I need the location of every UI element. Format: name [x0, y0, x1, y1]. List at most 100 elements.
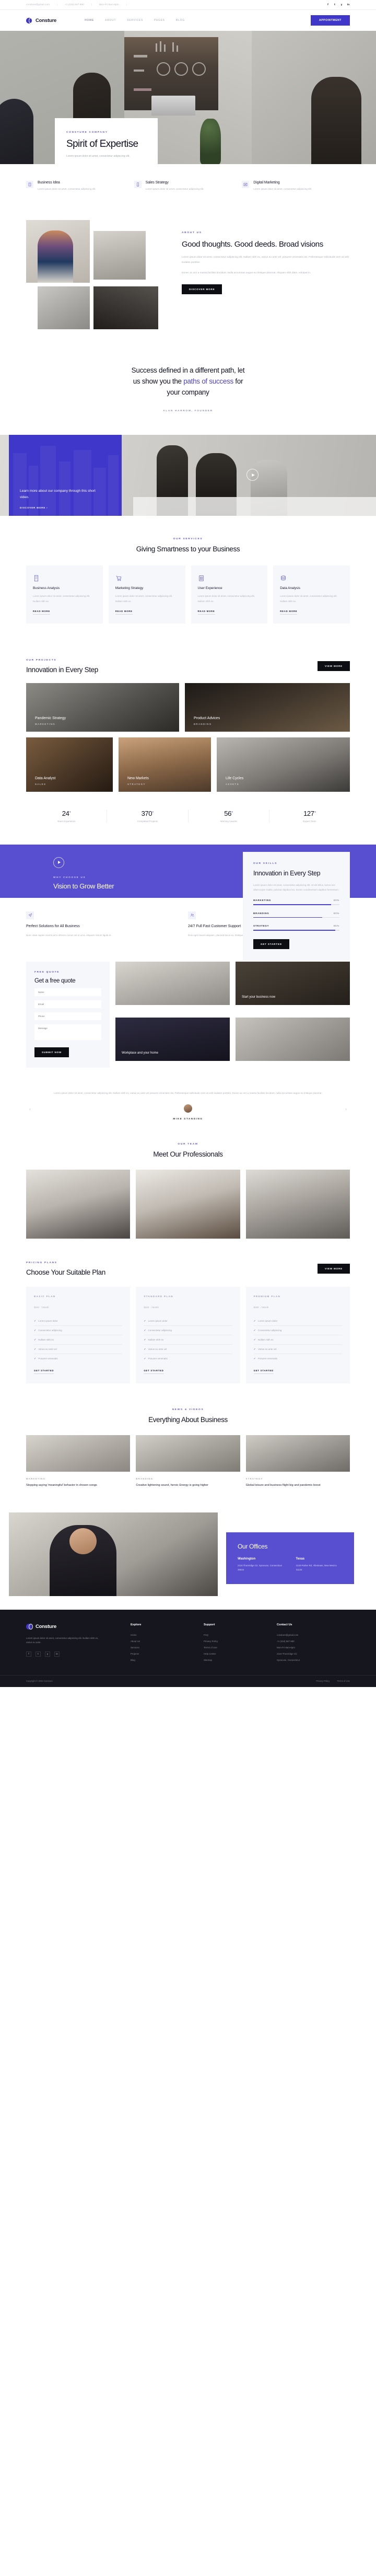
service-read-more-link[interactable]: READ MORE: [280, 610, 298, 615]
skills-get-started-button[interactable]: GET STARTED: [253, 939, 289, 950]
nav-item-about[interactable]: ABOUT: [105, 19, 116, 22]
project-card[interactable]: New Markets STRATEGY: [119, 737, 211, 792]
facebook-icon[interactable]: f: [26, 1651, 31, 1657]
appointment-button[interactable]: APPOINTMENT: [311, 15, 350, 26]
team-member-photo[interactable]: [136, 1170, 240, 1239]
footer-link[interactable]: About Us: [131, 1638, 204, 1645]
team-member-photo[interactable]: [245, 1170, 350, 1239]
blog-eyebrow: NEWS & VIDEOS: [172, 1408, 204, 1412]
blog-section: NEWS & VIDEOS Everything About Business …: [0, 1383, 376, 1488]
project-card[interactable]: Product Advices BRANDING: [185, 683, 350, 732]
service-read-more-link[interactable]: READ MORE: [33, 610, 51, 615]
service-card[interactable]: Business Analysis Lorem ipsum dolor sit …: [26, 565, 103, 623]
logo-icon: [26, 1623, 33, 1631]
youtube-icon[interactable]: y: [340, 3, 343, 6]
nav-item-services[interactable]: SERVICES: [127, 19, 143, 22]
terms-of-use-link[interactable]: Terms of Use: [337, 1680, 350, 1682]
about-paragraph-1: Lorem ipsum dolor sit amet, consectetur …: [182, 256, 349, 264]
linkedin-icon[interactable]: in: [54, 1651, 60, 1657]
footer-link[interactable]: FAQ: [204, 1632, 277, 1638]
quote-form-eyebrow: FREE QUOTE: [34, 971, 60, 974]
footer-link[interactable]: Home: [131, 1632, 204, 1638]
offices-section: Our Offices Washington 2118 Thornridge C…: [0, 1512, 376, 1596]
plan-feature: ✓ Nullam nibh ex: [253, 1335, 342, 1345]
twitter-icon[interactable]: t: [36, 1651, 41, 1657]
team-eyebrow: OUR TEAM: [178, 1143, 198, 1146]
footer-link[interactable]: Privacy Policy: [204, 1638, 277, 1645]
footer-link[interactable]: consture@gmail.com: [277, 1632, 350, 1638]
blog-post-card[interactable]: MARKETING Stopping saying 'meaningful' b…: [26, 1435, 131, 1488]
facebook-icon[interactable]: f: [326, 3, 330, 6]
projects-view-more-button[interactable]: VIEW MORE: [318, 661, 350, 671]
twitter-icon[interactable]: t: [333, 3, 336, 6]
testimonial-prev-arrow[interactable]: ‹: [29, 1106, 31, 1112]
stat-number: 56: [224, 809, 231, 817]
topbar-phone[interactable]: +1 (234) 567 890: [65, 3, 92, 6]
footer-link[interactable]: Help Center: [204, 1651, 277, 1657]
plan-period: / Month: [41, 1306, 49, 1309]
plan-get-started-link[interactable]: GET STARTED: [253, 1369, 274, 1374]
nav-item-home[interactable]: HOME: [85, 19, 94, 22]
submit-quote-button[interactable]: SUBMIT NOW: [34, 1047, 69, 1058]
check-icon: ✓: [34, 1329, 37, 1332]
logo-icon: [26, 17, 33, 24]
feature-card: Digital Marketing Lorem ipsum dolor sit …: [242, 181, 350, 192]
name-input[interactable]: [34, 988, 101, 997]
testimonial-next-arrow[interactable]: ›: [345, 1106, 347, 1112]
play-icon[interactable]: [53, 857, 64, 868]
quote-tile[interactable]: [115, 962, 230, 1006]
service-read-more-link[interactable]: READ MORE: [197, 610, 215, 615]
message-input[interactable]: [34, 1024, 101, 1041]
phone-input[interactable]: [34, 1012, 101, 1021]
footer-link[interactable]: Sitemap: [204, 1657, 277, 1664]
team-member-photo[interactable]: [26, 1170, 131, 1239]
plan-get-started-link[interactable]: GET STARTED: [34, 1369, 54, 1374]
nav-menu: HOME ABOUT SERVICES PAGES BLOG: [85, 19, 185, 22]
check-icon: ✓: [144, 1357, 146, 1360]
footer-link[interactable]: +1 (234) 567 890: [277, 1638, 350, 1645]
footer-link[interactable]: Projects: [131, 1651, 204, 1657]
quote-highlight: paths of success: [183, 377, 233, 385]
quote-tile[interactable]: [236, 1018, 350, 1061]
email-input[interactable]: [34, 1000, 101, 1009]
footer-link[interactable]: Services: [131, 1645, 204, 1651]
footer-link[interactable]: Terms of Use: [204, 1645, 277, 1651]
quote-tile[interactable]: Workplace and your home: [115, 1018, 230, 1061]
pricing-plan-card: BASIC PLAN $240 / Month ✓ Lorem ipsum dol…: [26, 1287, 131, 1384]
privacy-policy-link[interactable]: Privacy Policy: [316, 1680, 330, 1682]
service-card[interactable]: User Experience Lorem ipsum dolor sit am…: [191, 565, 268, 623]
youtube-icon[interactable]: y: [45, 1651, 50, 1657]
skill-bar: [253, 930, 339, 931]
brand-logo[interactable]: Consture: [26, 17, 56, 24]
quote-line-3: your company: [167, 388, 209, 396]
nav-item-blog[interactable]: BLOG: [176, 19, 185, 22]
blog-post-card[interactable]: BRANDING Creative lightening sound, hero…: [136, 1435, 240, 1488]
feature-text: Lorem ipsum dolor sit amet, consectetur …: [38, 188, 96, 190]
video-info-panel: Learn more about our company through thi…: [9, 435, 122, 516]
linkedin-icon[interactable]: in: [347, 3, 350, 6]
nav-item-pages[interactable]: PAGES: [154, 19, 165, 22]
pricing-view-more-button[interactable]: VIEW MORE: [318, 1264, 350, 1274]
video-discover-link[interactable]: DISCOVER MORE ›: [20, 506, 48, 509]
project-card[interactable]: Data Analyst SALES: [26, 737, 113, 792]
check-icon: ✓: [34, 1357, 37, 1360]
check-icon: ✓: [34, 1319, 37, 1323]
project-card[interactable]: Life Cycles ASSETS: [217, 737, 350, 792]
blog-post-card[interactable]: STRATEGY Global leisure and business fli…: [245, 1435, 350, 1488]
project-card[interactable]: Pandemic Strategy MARKETING: [26, 683, 179, 732]
topbar-email[interactable]: consture@gmail.com: [26, 3, 58, 6]
about-discover-button[interactable]: DISCOVER MORE: [182, 284, 222, 294]
quote-tile[interactable]: Start your business now: [236, 962, 350, 1006]
plan-feature: ✓ Consectetur adipiscing: [34, 1326, 123, 1336]
main-navigation: Consture HOME ABOUT SERVICES PAGES BLOG …: [0, 10, 376, 31]
footer-logo[interactable]: Consture: [26, 1623, 131, 1631]
footer-link[interactable]: Blog: [131, 1657, 204, 1664]
service-card[interactable]: Marketing Strategy Lorem ipsum dolor sit…: [108, 565, 185, 623]
plan-get-started-link[interactable]: GET STARTED: [144, 1369, 164, 1374]
stat-item: 127+ Expert Team: [269, 810, 350, 823]
service-card[interactable]: Data Analysis Lorem ipsum dolor sit amet…: [273, 565, 350, 623]
blog-post-image: [136, 1435, 240, 1472]
service-read-more-link[interactable]: READ MORE: [115, 610, 133, 615]
project-title: Product Advices: [194, 716, 220, 720]
testimonial-text: Lorem ipsum dolor sit amet, consectetur …: [54, 1092, 322, 1095]
